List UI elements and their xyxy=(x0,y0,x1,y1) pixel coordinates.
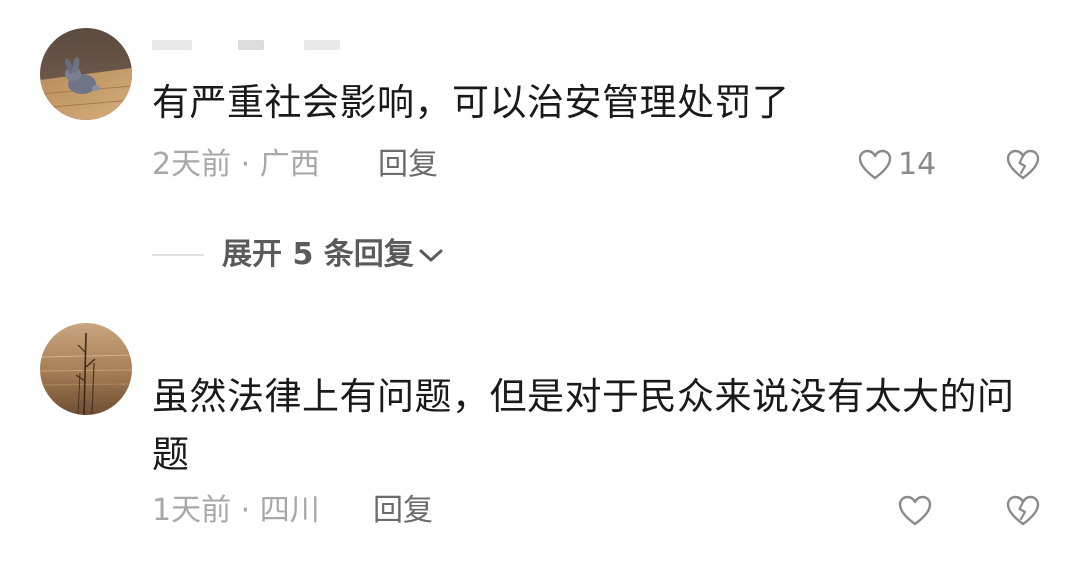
comment-meta: 2天前 · 广西 xyxy=(152,147,320,182)
broken-heart-outline-icon xyxy=(1006,149,1040,180)
dislike-button[interactable] xyxy=(1006,491,1040,531)
avatar[interactable] xyxy=(40,323,132,415)
like-count: 14 xyxy=(898,147,937,182)
comment-text: 虽然法律上有问题，但是对于民众来说没有太大的问题 xyxy=(152,375,1015,476)
heart-outline-icon xyxy=(898,495,932,526)
comment-text: 有严重社会影响，可以治安管理处罚了 xyxy=(152,81,790,124)
heart-outline-icon xyxy=(858,149,892,180)
reeds-sunset-avatar-icon xyxy=(40,323,132,415)
username[interactable] xyxy=(152,34,342,56)
rabbit-avatar-icon xyxy=(40,28,132,120)
chevron-down-icon xyxy=(418,245,444,265)
expand-replies-label: 展开 5 条回复 xyxy=(222,237,414,272)
reply-button[interactable]: 回复 xyxy=(373,491,433,531)
like-button[interactable] xyxy=(898,491,938,531)
avatar[interactable] xyxy=(40,28,132,120)
comment-item: 有严重社会影响，可以治安管理处罚了 2天前 · 广西 回复 14 xyxy=(0,0,1080,200)
divider xyxy=(152,254,204,256)
like-button[interactable]: 14 xyxy=(858,145,936,185)
broken-heart-outline-icon xyxy=(1006,495,1040,526)
comment-meta: 1天前 · 四川 xyxy=(152,493,320,528)
comment-meta-row: 2天前 · 广西 回复 14 xyxy=(152,145,1040,185)
comment-item: 虽然法律上有问题，但是对于民众来说没有太大的问题 1天前 · 四川 回复 xyxy=(0,300,1080,574)
reply-button[interactable]: 回复 xyxy=(378,145,438,185)
dislike-button[interactable] xyxy=(1006,145,1040,185)
comment-meta-row: 1天前 · 四川 回复 xyxy=(152,491,1040,531)
expand-replies-button[interactable]: 展开 5 条回复 xyxy=(152,232,444,278)
